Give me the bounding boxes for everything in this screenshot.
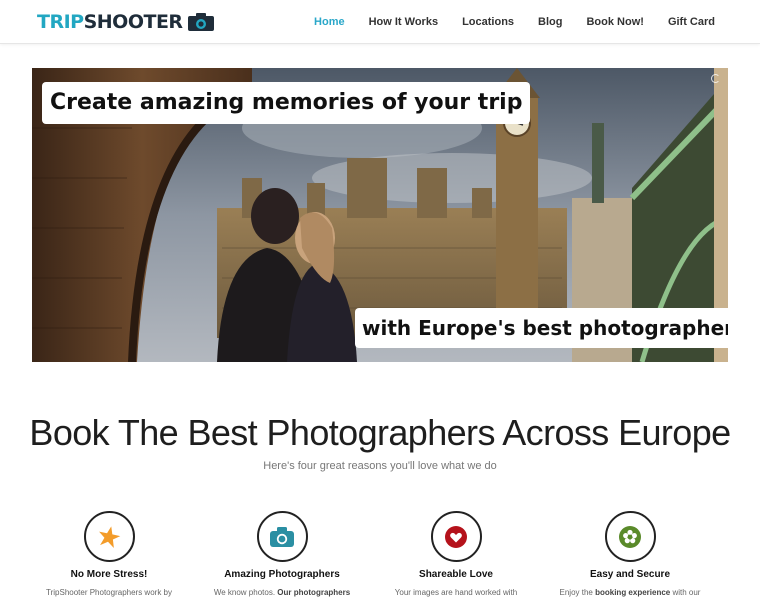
nav-gift-card[interactable]: Gift Card [668, 16, 715, 28]
star-icon [99, 525, 121, 548]
hero-caption-top: Create amazing memories of your trip [42, 82, 531, 124]
feature-title: Shareable Love [419, 569, 493, 580]
feature-shareable-love: Shareable Love Your images are hand work… [376, 511, 536, 597]
feature-description: Your images are hand worked with [394, 588, 518, 597]
nav-blog[interactable]: Blog [538, 16, 562, 28]
camera-logo-icon [187, 13, 214, 31]
feature-icon-circle [83, 511, 135, 562]
feature-description-bold: booking experience [595, 588, 671, 597]
hero-slider[interactable]: Create amazing memories of your trip wit… [32, 68, 728, 362]
feature-icon-circle [430, 511, 482, 562]
feature-easy-and-secure: Easy and Secure Enjoy the booking experi… [550, 511, 710, 597]
hero-caption-bottom: with Europe's best photographers [355, 308, 728, 348]
feature-icon-circle [604, 511, 656, 562]
feature-description-bold: Our photographers [277, 588, 351, 597]
feature-title: No More Stress! [70, 569, 148, 580]
logo-text-shooter: SHOOTER [83, 11, 183, 33]
feature-description: We know photos. Our photographers [202, 588, 362, 597]
feature-description-text: Enjoy the [559, 588, 596, 597]
nav-book-now[interactable]: Book Now! [586, 16, 643, 28]
feature-amazing-photographers: Amazing Photographers We know photos. Ou… [202, 511, 362, 597]
nav-home[interactable]: Home [314, 16, 345, 28]
page-subheading: Here's four great reasons you'll love wh… [263, 460, 497, 472]
main-nav: Home How It Works Locations Blog Book No… [290, 0, 715, 44]
feature-no-more-stress: No More Stress! TripShooter Photographer… [29, 511, 189, 597]
page-headline: Book The Best Photographers Across Europ… [29, 412, 731, 453]
logo-text-trip: TRIP [37, 11, 84, 33]
flower-icon [619, 525, 641, 548]
site-header: TRIPSHOOTER Home How It Works Locations … [0, 0, 760, 44]
feature-description-text-end: with our [670, 588, 701, 597]
loading-spinner-icon [711, 74, 720, 83]
feature-description: Enjoy the booking experience with our [550, 588, 710, 597]
feature-description-text: We know photos. [213, 588, 278, 597]
nav-how-it-works[interactable]: How It Works [369, 16, 438, 28]
feature-icon-circle [256, 511, 308, 562]
feature-description: TripShooter Photographers work by [46, 588, 172, 597]
logo[interactable]: TRIPSHOOTER [37, 9, 214, 35]
feature-title: Amazing Photographers [224, 569, 340, 580]
heart-icon [445, 525, 467, 548]
nav-locations[interactable]: Locations [462, 16, 514, 28]
logo-text: TRIPSHOOTER [37, 11, 183, 33]
camera-icon [270, 526, 294, 547]
feature-title: Easy and Secure [589, 569, 671, 580]
